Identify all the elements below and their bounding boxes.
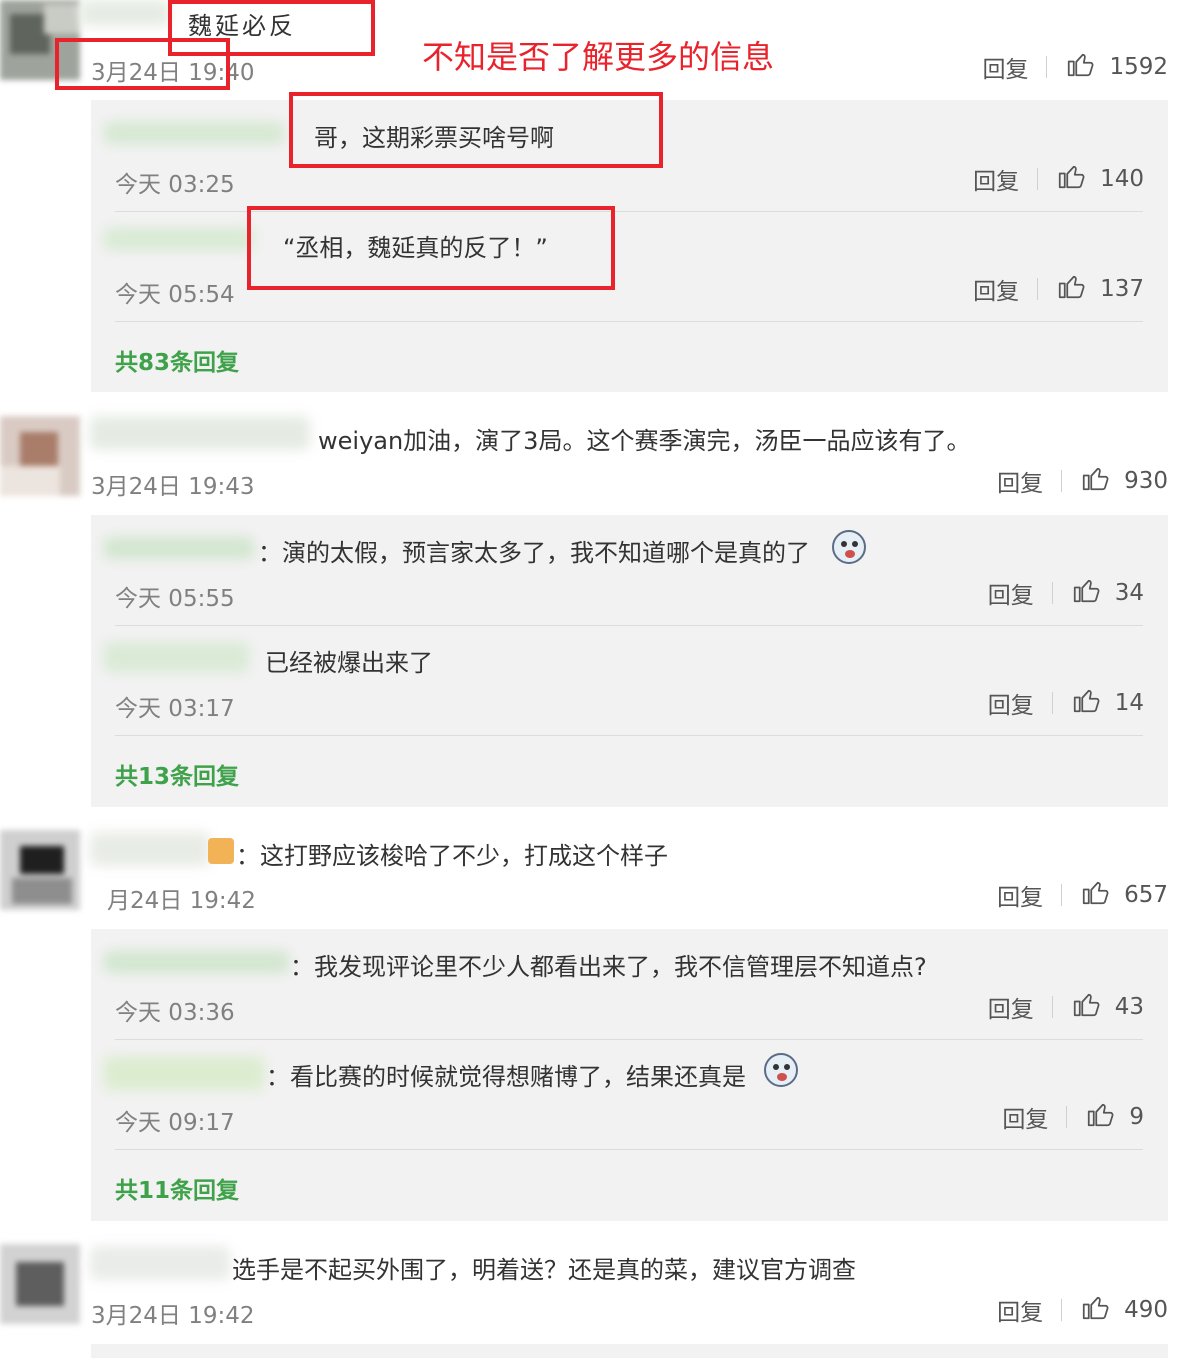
like-count: 657 [1124, 882, 1168, 908]
thumbs-up-icon[interactable] [1071, 685, 1101, 721]
comment-text: ：这打野应该梭哈了不少，打成这个样子 [236, 842, 668, 870]
more-replies-link[interactable]: 共13条回复 [115, 757, 239, 791]
comment-actions: 回复 490 [997, 1292, 1168, 1328]
reply-actions: 回复 137 [973, 271, 1144, 307]
reply-divider [115, 625, 1143, 626]
comment-time: 3月24日 19:43 [91, 474, 255, 500]
reply-button[interactable]: 回复 [997, 1293, 1043, 1327]
reply-actions: 回复 43 [988, 989, 1144, 1025]
reply-divider [115, 321, 1143, 322]
divider [1046, 56, 1048, 78]
divider [1037, 278, 1039, 300]
divider [1051, 692, 1053, 714]
comment-time: 月24日 19:42 [107, 888, 256, 914]
reply-actions: 回复 9 [1002, 1099, 1144, 1135]
divider [1037, 168, 1039, 190]
like-count: 137 [1100, 276, 1144, 302]
comment-actions: 回复 930 [997, 463, 1168, 499]
reply-divider [115, 735, 1143, 736]
more-replies-link[interactable]: 共11条回复 [115, 1171, 239, 1205]
more-replies-link[interactable]: 共83条回复 [115, 343, 239, 377]
divider [1061, 884, 1063, 906]
avatar[interactable] [0, 416, 80, 496]
comment-time: 3月24日 19:42 [91, 1303, 255, 1329]
reply-username-blurred[interactable] [104, 642, 249, 672]
annotation-box-reply-2 [247, 206, 615, 290]
reply-username-blurred[interactable] [104, 951, 289, 973]
emoji-icon [832, 530, 866, 564]
comment-text: weiyan加油，演了3局。这个赛季演完，汤臣一品应该有了。 [318, 427, 971, 455]
reply-text: ：我发现评论里不少人都看出来了，我不信管理层不知道点? [290, 953, 927, 981]
comment-actions: 回复 1592 [982, 49, 1168, 85]
reply-button[interactable]: 回复 [988, 990, 1034, 1024]
reply-username-blurred[interactable] [104, 122, 284, 144]
reply-time: 今天 03:36 [115, 1000, 235, 1026]
username-blurred[interactable] [90, 1246, 230, 1280]
thumbs-up-icon[interactable] [1080, 1292, 1110, 1328]
reply-button[interactable]: 回复 [973, 272, 1019, 306]
reply-username-blurred[interactable] [104, 228, 254, 250]
reply-button[interactable]: 回复 [982, 50, 1028, 84]
reply-time: 今天 09:17 [115, 1110, 235, 1136]
reply-button[interactable]: 回复 [997, 464, 1043, 498]
username-blurred[interactable] [90, 832, 210, 866]
reply-button[interactable]: 回复 [1002, 1100, 1048, 1134]
thumbs-up-icon[interactable] [1065, 49, 1095, 85]
thumbs-up-icon[interactable] [1056, 161, 1086, 197]
reply-text: ：演的太假，预言家太多了，我不知道哪个是真的了 [258, 539, 810, 567]
reply-thread [91, 1344, 1168, 1358]
like-count: 1592 [1109, 54, 1168, 80]
divider [1051, 582, 1053, 604]
divider [1066, 1106, 1068, 1128]
thumbs-up-icon[interactable] [1085, 1099, 1115, 1135]
like-count: 43 [1114, 994, 1144, 1020]
avatar[interactable] [0, 1244, 80, 1324]
reply-actions: 回复 14 [988, 685, 1144, 721]
thumbs-up-icon[interactable] [1080, 463, 1110, 499]
reply-button[interactable]: 回复 [988, 576, 1034, 610]
reply-time: 今天 03:17 [115, 696, 235, 722]
reply-divider [115, 1039, 1143, 1040]
reply-time: 今天 05:55 [115, 586, 235, 612]
like-count: 140 [1100, 166, 1144, 192]
like-count: 34 [1114, 580, 1144, 606]
reply-time: 今天 03:25 [115, 172, 235, 198]
reply-time: 今天 05:54 [115, 282, 235, 308]
reply-username-blurred[interactable] [104, 537, 254, 559]
reply-username-blurred[interactable] [104, 1056, 264, 1090]
reply-actions: 回复 140 [973, 161, 1144, 197]
divider [1051, 996, 1053, 1018]
like-count: 14 [1114, 690, 1144, 716]
like-count: 490 [1124, 1297, 1168, 1323]
reply-actions: 回复 34 [988, 575, 1144, 611]
reply-divider [115, 1149, 1143, 1150]
divider [1061, 470, 1063, 492]
reply-text: 已经被爆出来了 [265, 649, 433, 677]
thumbs-up-icon[interactable] [1071, 575, 1101, 611]
like-count: 930 [1124, 468, 1168, 494]
avatar[interactable] [0, 830, 80, 910]
thumbs-up-icon[interactable] [1080, 877, 1110, 913]
reply-button[interactable]: 回复 [988, 686, 1034, 720]
reply-button[interactable]: 回复 [973, 162, 1019, 196]
reply-button[interactable]: 回复 [997, 878, 1043, 912]
thumbs-up-icon[interactable] [1071, 989, 1101, 1025]
emoji-icon [764, 1053, 798, 1087]
comment-text: 选手是不起买外围了，明着送？还是真的菜，建议官方调查 [232, 1256, 856, 1284]
annotation-box-reply-1 [289, 92, 663, 168]
username-blurred[interactable] [90, 416, 310, 450]
thumbs-up-icon[interactable] [1056, 271, 1086, 307]
annotation-text: 不知是否了解更多的信息 [422, 38, 775, 76]
annotation-box-time [55, 38, 230, 90]
reply-text: ：看比赛的时候就觉得想赌博了，结果还真是 [266, 1063, 746, 1091]
comment-actions: 回复 657 [997, 877, 1168, 913]
divider [1061, 1299, 1063, 1321]
badge-icon [208, 838, 234, 864]
username-blurred[interactable] [80, 0, 170, 26]
like-count: 9 [1129, 1104, 1144, 1130]
